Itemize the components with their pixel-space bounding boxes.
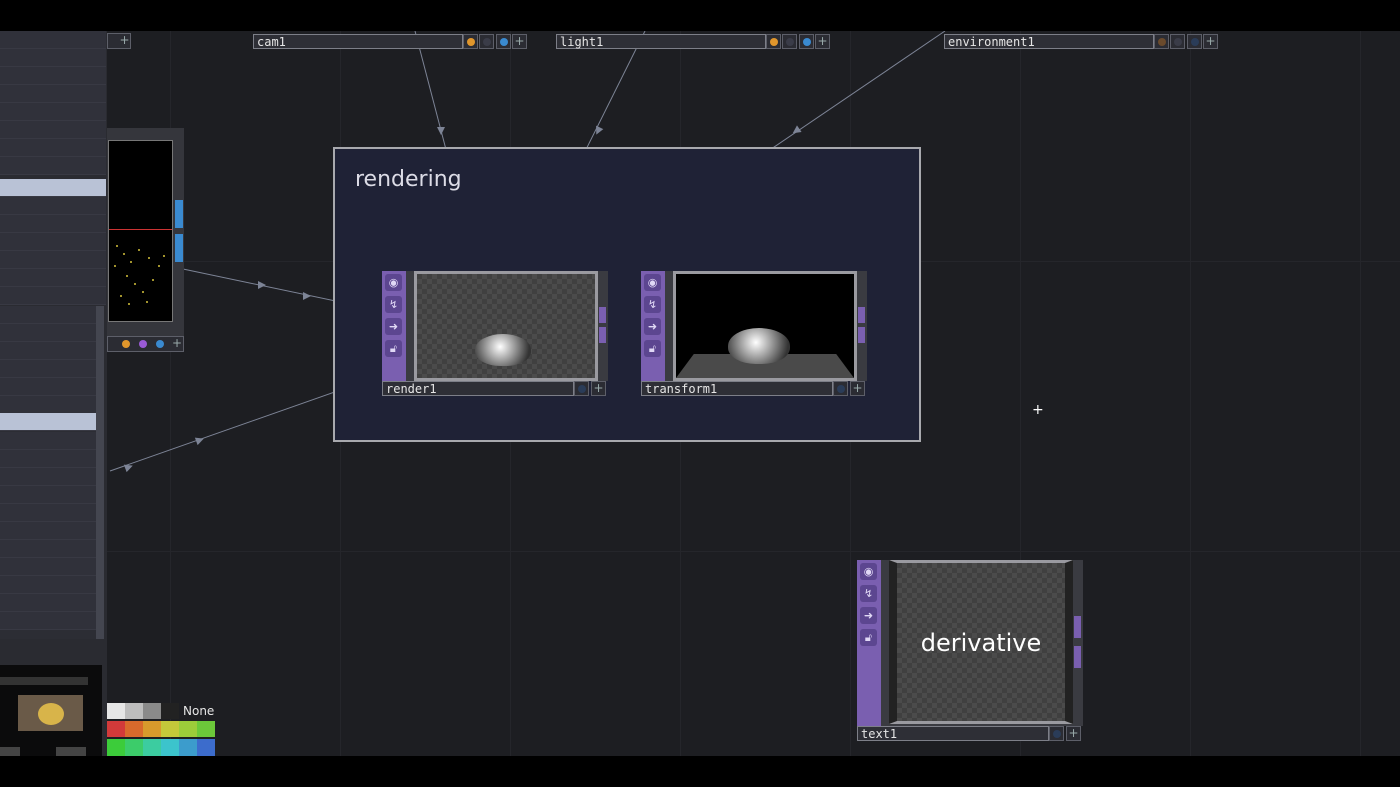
transform1-name[interactable]: transform1 [641,381,833,396]
selected-list-item[interactable] [0,179,106,197]
particles-node[interactable]: + [107,128,184,352]
plus-icon[interactable]: + [1066,726,1081,741]
render1-viewer [414,271,598,381]
teapot-render [475,334,531,366]
wire-arrow [194,437,204,446]
render1-node[interactable]: ◉ ↯ ➜ 🔓︎ [382,271,608,381]
plus-icon[interactable]: + [815,34,830,49]
color-swatch[interactable] [197,739,215,756]
color-swatch[interactable] [143,739,161,756]
arrow-right-icon[interactable]: ➜ [860,607,877,624]
output-connector[interactable] [175,234,183,262]
color-swatch[interactable] [161,739,179,756]
cam1-name[interactable]: cam1 [253,34,463,49]
text1-viewer: derivative [889,560,1073,724]
output-connector[interactable] [599,327,606,343]
color-swatch[interactable] [107,739,125,756]
node-flags[interactable]: + [107,33,131,49]
color-swatch[interactable] [179,721,197,737]
text1-name[interactable]: text1 [857,726,1049,741]
color-swatch[interactable] [125,703,143,719]
activity-icon[interactable]: ↯ [644,296,661,313]
left-panel [0,31,107,756]
color-swatch[interactable] [107,721,125,737]
node-sidebar: ◉ ↯ ➜ 🔓︎ [382,271,406,381]
wire-arrow [596,125,604,135]
scrollbar[interactable] [96,306,104,639]
output-connector[interactable] [858,307,865,323]
light1-name[interactable]: light1 [556,34,766,49]
wire-arrow [303,292,311,300]
arrow-right-icon[interactable]: ➜ [644,318,661,335]
color-swatch[interactable] [107,703,125,719]
node-sidebar: ◉ ↯ ➜ 🔓︎ [857,560,881,726]
crosshair-cursor-icon: + [1032,402,1044,418]
output-connector[interactable] [1074,616,1081,638]
color-swatch[interactable] [197,721,215,737]
plus-icon[interactable]: + [170,337,184,350]
plus-icon[interactable]: + [118,34,131,47]
plus-icon[interactable]: + [1203,34,1218,49]
activity-icon[interactable]: ↯ [860,585,877,602]
color-swatch[interactable] [143,703,161,719]
viewer-icon[interactable]: ◉ [644,274,661,291]
transform1-viewer [673,271,857,381]
thumbnail-panel[interactable] [0,665,102,756]
environment1-name[interactable]: environment1 [944,34,1154,49]
output-connector[interactable] [1074,646,1081,668]
arrow-right-icon[interactable]: ➜ [385,318,402,335]
parameter-list [0,306,96,639]
output-connector[interactable] [175,200,183,228]
color-swatch[interactable] [179,739,197,756]
particles-viewer [108,140,173,322]
render1-name[interactable]: render1 [382,381,574,396]
plus-icon[interactable]: + [591,381,606,396]
output-connector[interactable] [599,307,606,323]
lock-icon[interactable]: 🔓︎ [385,340,402,357]
node-sidebar: ◉ ↯ ➜ 🔓︎ [641,271,665,381]
plus-icon[interactable]: + [850,381,865,396]
network-editor[interactable]: + + cam1 + light1 + environment1 + rende… [0,31,1400,756]
output-connector[interactable] [858,327,865,343]
palette-none-option[interactable]: None [183,703,214,719]
transform1-node[interactable]: ◉ ↯ ➜ 🔓︎ [641,271,867,381]
text1-node[interactable]: ◉ ↯ ➜ 🔓︎ derivative [857,560,1083,726]
teapot-render [728,328,790,364]
selected-parameter[interactable] [0,413,96,431]
activity-icon[interactable]: ↯ [385,296,402,313]
color-swatch[interactable] [143,721,161,737]
wire-arrow [437,127,445,135]
text1-output: derivative [920,629,1042,657]
color-swatch[interactable] [161,721,179,737]
wire-arrow [258,281,266,289]
banana-thumbnail [38,703,64,725]
viewer-icon[interactable]: ◉ [385,274,402,291]
lock-icon[interactable]: 🔓︎ [860,629,877,646]
color-swatch[interactable] [125,721,143,737]
plus-icon[interactable]: + [512,34,527,49]
color-swatch[interactable] [161,703,179,719]
annotation-title[interactable]: rendering [355,167,462,192]
color-swatch[interactable] [125,739,143,756]
viewer-icon[interactable]: ◉ [860,563,877,580]
lock-icon[interactable]: 🔓︎ [644,340,661,357]
